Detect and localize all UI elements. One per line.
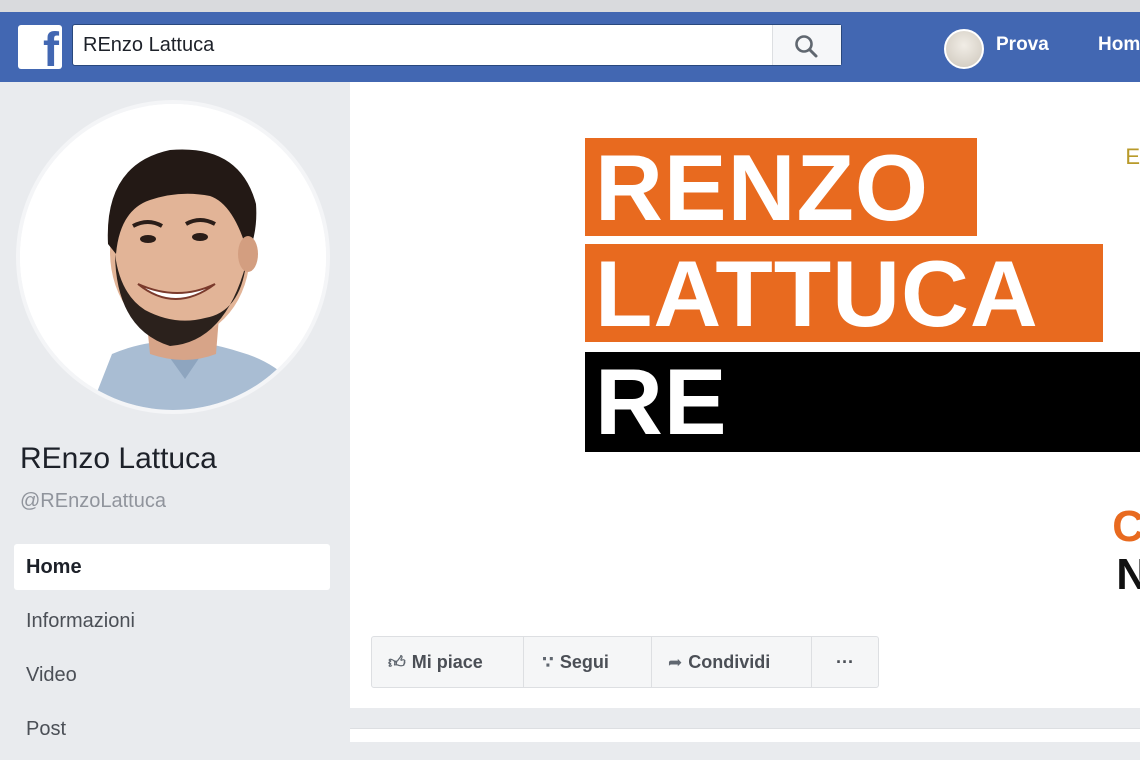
- cover-text-line-1: RENZO: [585, 138, 977, 236]
- share-icon: ➦: [668, 653, 683, 672]
- profile-picture[interactable]: [20, 104, 326, 410]
- share-label: Condividi: [688, 652, 771, 672]
- search-input[interactable]: [83, 31, 763, 59]
- user-avatar[interactable]: [944, 29, 984, 69]
- like-button[interactable]: 👍︎ Mi piace: [372, 637, 524, 687]
- like-icon: 👍︎: [388, 653, 406, 672]
- cover-text-re: RE: [595, 349, 728, 454]
- page-handle[interactable]: @REnzoLattuca: [20, 490, 166, 513]
- home-link[interactable]: Home: [1098, 34, 1140, 56]
- cover-text-line-2: LATTUCA: [585, 244, 1103, 342]
- follow-rss-icon: ∵: [542, 653, 554, 672]
- browser-top-strip: [0, 0, 1140, 12]
- left-column: REnzo Lattuca @REnzoLattuca Home Informa…: [0, 82, 350, 741]
- page-name: REnzo Lattuca: [20, 442, 217, 475]
- cover-text-line-3: RE: [585, 352, 1140, 452]
- search-button[interactable]: [772, 25, 841, 65]
- cover-edge-text-mid: C: [1112, 502, 1140, 551]
- page-action-bar: 👍︎ Mi piace ∵ Segui ➦ Condividi ···: [371, 636, 879, 688]
- nav-item-video[interactable]: Video: [14, 652, 330, 698]
- follow-label: Segui: [559, 652, 609, 672]
- search-bar: [72, 24, 842, 66]
- content-card-top: [350, 728, 1140, 742]
- facebook-logo-icon[interactable]: f: [18, 25, 62, 69]
- profile-link[interactable]: Prova: [996, 34, 1049, 56]
- cover-text-renzo: RENZO: [595, 135, 929, 240]
- nav-item-home[interactable]: Home: [14, 544, 330, 590]
- follow-button[interactable]: ∵ Segui: [524, 637, 652, 687]
- more-icon: ···: [836, 652, 854, 672]
- cover-edge-text-top: E: [1125, 144, 1140, 169]
- nav-item-post[interactable]: Post: [14, 706, 330, 752]
- nav-item-informazioni[interactable]: Informazioni: [14, 598, 330, 644]
- cover-text-lattuca: LATTUCA: [595, 241, 1039, 346]
- page-navigation: Home Informazioni Video Post: [14, 544, 330, 760]
- profile-photo-image: [20, 104, 326, 410]
- search-icon: [795, 35, 818, 58]
- like-label: Mi piace: [411, 652, 483, 672]
- share-button[interactable]: ➦ Condividi: [652, 637, 812, 687]
- cover-edge-text-low: N: [1116, 550, 1140, 599]
- top-navigation-bar: f Prova Home: [0, 12, 1140, 82]
- cover-photo[interactable]: RENZO LATTUCA RE E C N: [350, 82, 1140, 708]
- more-button[interactable]: ···: [812, 637, 878, 687]
